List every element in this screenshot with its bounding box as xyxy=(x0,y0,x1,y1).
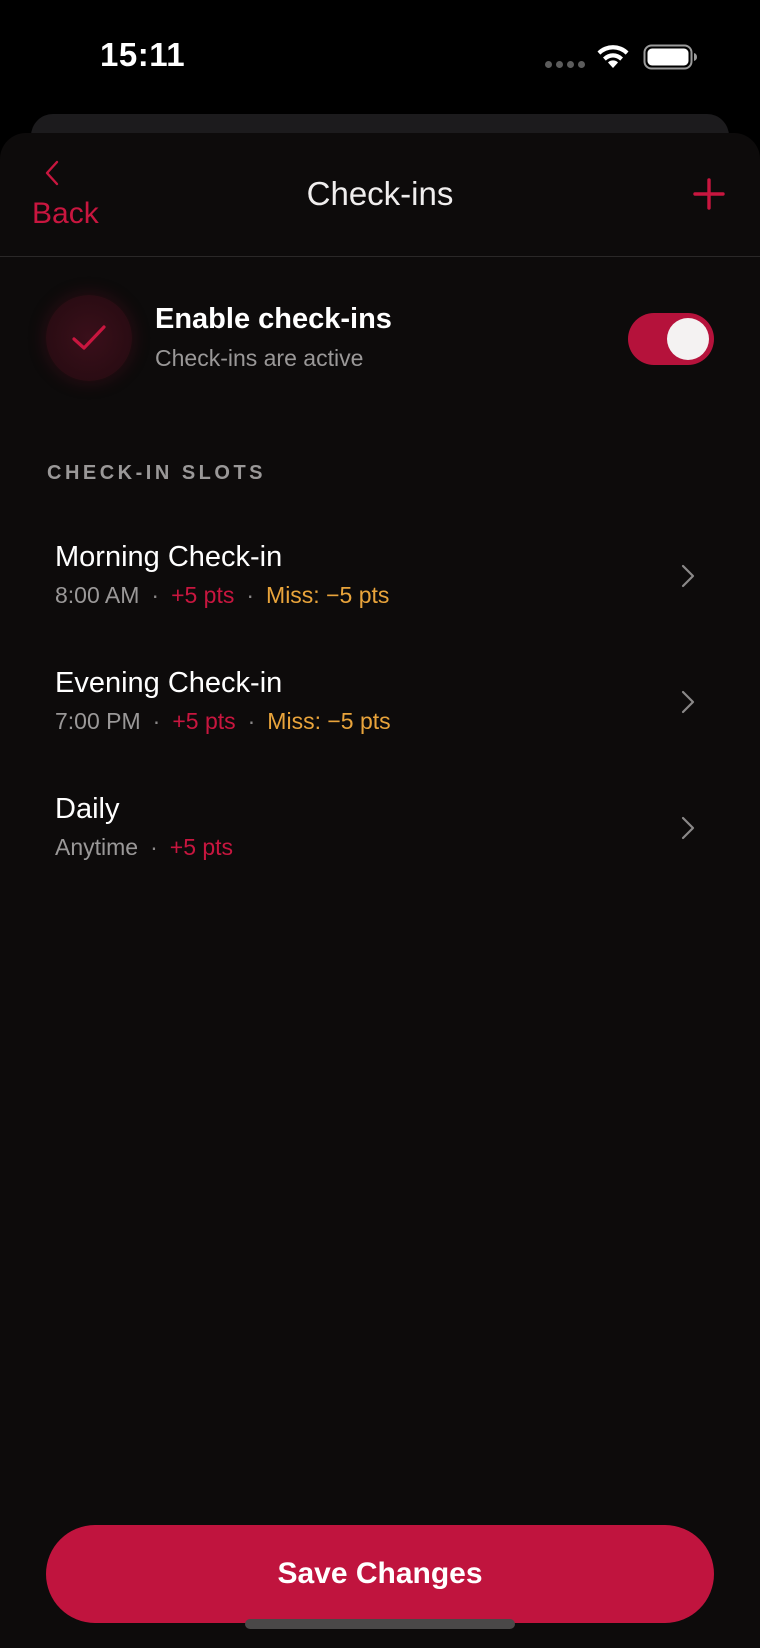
slot-meta: Anytime · +5 pts xyxy=(55,834,234,860)
save-changes-button[interactable]: Save Changes xyxy=(46,1525,714,1623)
slot-points: +5 pts xyxy=(171,582,235,608)
slot-title: Daily xyxy=(55,793,120,825)
list-item[interactable]: Evening Check-in 7:00 PM · +5 pts · Miss: −5… xyxy=(0,637,760,763)
slot-time: Anytime xyxy=(55,834,139,860)
screen: 15:11 Back Check-ins Enable check-ins Ch… xyxy=(0,0,760,1648)
slot-title: Evening Check-in xyxy=(55,667,283,699)
navigation-bar: Back Check-ins xyxy=(0,133,760,257)
cellular-signal-icon xyxy=(545,61,585,68)
slot-miss-penalty: Miss: −5 pts xyxy=(267,708,391,734)
check-ins-sheet: Back Check-ins Enable check-ins Check-in… xyxy=(0,133,760,1648)
home-indicator xyxy=(245,1619,515,1629)
enable-title: Enable check-ins xyxy=(155,303,392,335)
enable-subtitle: Check-ins are active xyxy=(155,345,364,371)
list-item[interactable]: Daily Anytime · +5 pts xyxy=(0,763,760,889)
battery-icon xyxy=(643,44,697,70)
status-time: 15:11 xyxy=(100,36,186,73)
chevron-right-icon xyxy=(681,816,695,840)
checkmark-icon xyxy=(72,325,106,350)
slot-time: 7:00 PM xyxy=(55,708,141,734)
slot-meta: 8:00 AM · +5 pts · Miss: −5 pts xyxy=(55,582,390,608)
slot-miss-penalty: Miss: −5 pts xyxy=(266,582,390,608)
slot-time: 8:00 AM xyxy=(55,582,140,608)
enable-check-ins-row: Enable check-ins Check-ins are active xyxy=(0,273,760,383)
status-bar: 15:11 xyxy=(0,0,760,110)
section-header: CHECK-IN SLOTS xyxy=(47,462,266,484)
list-item[interactable]: Morning Check-in 8:00 AM · +5 pts · Miss: −5… xyxy=(0,511,760,637)
page-title: Check-ins xyxy=(306,175,454,212)
slot-points: +5 pts xyxy=(169,834,234,860)
slot-title: Morning Check-in xyxy=(55,541,283,573)
chevron-right-icon xyxy=(681,690,695,714)
enable-check-ins-toggle[interactable] xyxy=(628,313,714,365)
slot-meta: 7:00 PM · +5 pts · Miss: −5 pts xyxy=(55,708,391,734)
wifi-icon xyxy=(597,45,629,68)
plus-icon[interactable] xyxy=(692,177,726,211)
slot-points: +5 pts xyxy=(172,708,236,734)
toggle-knob xyxy=(667,318,709,360)
checkmark-badge xyxy=(46,295,132,381)
slot-list: Morning Check-in 8:00 AM · +5 pts · Miss: −5… xyxy=(0,511,760,889)
chevron-right-icon xyxy=(681,564,695,588)
